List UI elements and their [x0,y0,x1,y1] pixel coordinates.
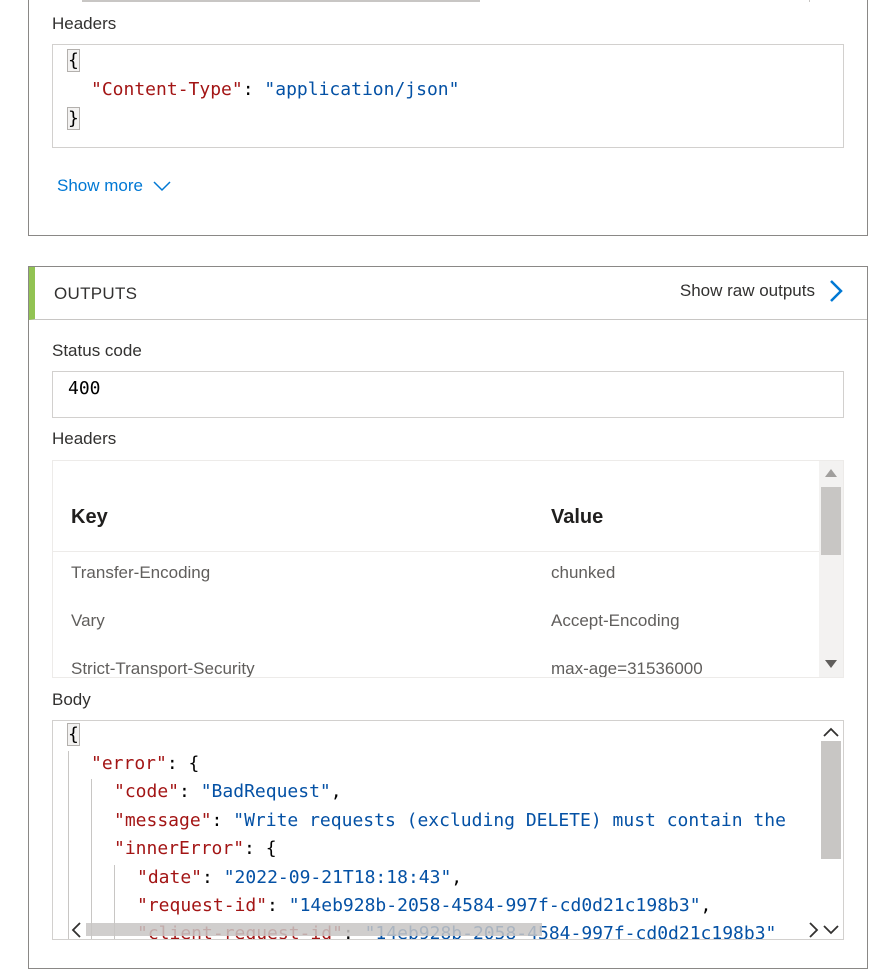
body-horizontal-scrollbar[interactable] [53,919,819,939]
outputs-headers-label: Headers [52,429,117,448]
body-key-date: "date" [137,867,203,888]
chevron-left-icon[interactable] [71,922,81,938]
show-more-link[interactable]: Show more [57,176,171,196]
column-header-value: Value [551,506,604,528]
json-value: "application/json" [264,79,460,100]
body-key-innererror: "innerError" [114,838,245,859]
headers-table: Key Value Transfer-Encoding chunked Vary… [52,460,844,678]
body-key-request-id: "request-id" [137,895,268,916]
outputs-title: OUTPUTS [54,284,138,303]
body-value-request-id: "14eb928b-2058-4584-997f-cd0d21c198b3" [288,895,701,916]
body-horizontal-thumb[interactable] [86,923,542,936]
headers-scrollbar[interactable] [819,461,843,677]
body-code[interactable]: { "error": { "code": "BadRequest", "mess… [52,720,844,940]
body-value-message: "Write requests (excluding DELETE) must … [233,810,786,831]
show-raw-outputs-label: Show raw outputs [679,281,815,300]
table-cell-value: Accept-Encoding [551,611,680,630]
table-header-row: Key Value [53,461,819,552]
chevron-down-icon[interactable] [823,925,839,935]
outputs-header: OUTPUTS Show raw outputs [29,267,867,320]
column-header-key: Key [71,506,108,528]
inputs-headers-label: Headers [52,14,117,33]
json-colon: : [242,79,265,100]
body-key-error: "error" [91,753,167,774]
scroll-down-arrow-icon[interactable] [825,660,837,668]
brace-open: { [67,49,80,72]
body-vertical-scrollbar[interactable] [819,721,843,939]
body-label: Body [52,690,91,709]
body-value-code: "BadRequest" [200,781,331,802]
inputs-headers-code[interactable]: { "Content-Type": "application/json" } [52,44,844,148]
inputs-top-scrollbar[interactable] [52,0,844,2]
body-key-message: "message" [114,810,212,831]
show-raw-outputs-button[interactable]: Show raw outputs [680,279,843,303]
headers-scroll-thumb[interactable] [821,487,841,555]
chevron-right-icon [830,280,843,302]
brace-close: } [67,107,80,130]
body-key-code: "code" [114,781,180,802]
body-value-date: "2022-09-21T18:18:43" [223,867,452,888]
show-more-label: Show more [57,176,143,195]
status-code-value: 400 [52,371,844,418]
body-brace-open: { [67,723,80,746]
table-cell-key: Strict-Transport-Security [71,659,255,678]
body-vertical-thumb[interactable] [821,741,841,859]
chevron-right-icon[interactable] [809,922,819,938]
status-code-label: Status code [52,341,142,360]
chevron-up-icon[interactable] [823,727,839,737]
scroll-up-arrow-icon[interactable] [825,469,837,477]
chevron-down-icon [153,181,171,192]
table-cell-key: Transfer-Encoding [71,563,211,582]
json-key: "Content-Type" [91,79,243,100]
table-cell-value: max-age=31536000 [551,659,703,678]
table-cell-value: chunked [551,563,616,582]
table-cell-key: Vary [71,611,105,630]
